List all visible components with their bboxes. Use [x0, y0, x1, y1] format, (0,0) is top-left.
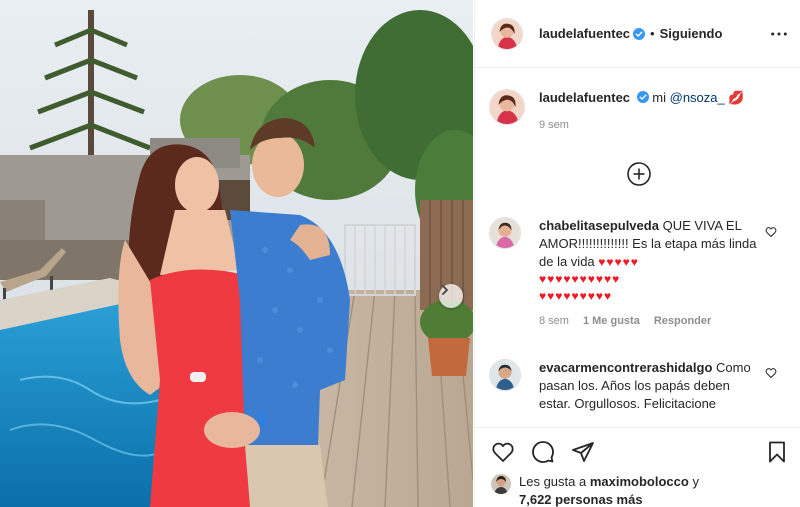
comment-button[interactable] — [531, 440, 555, 464]
author-avatar[interactable] — [491, 17, 523, 50]
heart-outline-icon — [492, 442, 514, 462]
caption-username[interactable]: laudelafuentec — [539, 90, 630, 105]
likes-conjunction: y — [692, 474, 699, 489]
comment-body: chabelitasepulveda QUE VIVA EL AMOR!!!!!… — [539, 217, 761, 327]
load-more-comments-button[interactable] — [626, 161, 652, 187]
avatar-image — [490, 360, 520, 390]
commenter-avatar[interactable] — [489, 217, 521, 249]
comment-hearts-line-3: ♥♥♥♥♥♥♥♥♥ — [539, 289, 613, 303]
likes-text: Les gusta a maximobolocco y 7,622 person… — [519, 473, 699, 507]
verified-badge-icon — [636, 91, 649, 103]
next-photo-button[interactable] — [439, 284, 463, 308]
post-header: laudelafuentec • Siguiendo — [475, 0, 800, 68]
save-button[interactable] — [765, 440, 789, 464]
commenter-avatar[interactable] — [489, 359, 521, 391]
comment-like-heart-icon[interactable] — [765, 226, 777, 238]
comment-likes-count[interactable]: 1 Me gusta — [583, 315, 640, 327]
comment-text: chabelitasepulveda QUE VIVA EL AMOR!!!!!… — [539, 217, 761, 305]
caption-body: laudelafuentec mi @nsoza_ 💋 9 sem — [539, 89, 745, 131]
caption-prefix: mi — [652, 90, 666, 105]
likes-summary: Les gusta a maximobolocco y 7,622 person… — [491, 473, 699, 507]
comment-timestamp[interactable]: 8 sem — [539, 315, 569, 327]
comment-meta: 8 sem 1 Me gusta Responder — [539, 315, 761, 327]
post-actions: Les gusta a maximobolocco y 7,622 person… — [475, 427, 800, 507]
like-button[interactable] — [491, 440, 515, 464]
avatar-image — [490, 218, 520, 248]
share-button[interactable] — [571, 440, 595, 464]
paper-plane-icon — [572, 442, 594, 462]
comment-bubble-icon — [532, 441, 554, 463]
more-horizontal-icon — [771, 32, 787, 36]
comment-item: chabelitasepulveda QUE VIVA EL AMOR!!!!!… — [489, 217, 761, 327]
avatar-image — [492, 18, 522, 49]
avatar-image — [491, 474, 511, 494]
comment-item: evacarmencontrerashidalgo Como pasan los… — [489, 359, 761, 413]
more-options-button[interactable] — [769, 24, 789, 44]
author-username[interactable]: laudelafuentec — [539, 26, 630, 41]
commenter-username[interactable]: chabelitasepulveda — [539, 218, 659, 233]
likes-others-link[interactable]: 7,622 personas más — [519, 492, 643, 507]
likes-user-link[interactable]: maximobolocco — [590, 474, 689, 489]
avatar-image — [490, 90, 524, 124]
plus-circle-icon — [627, 162, 651, 186]
verified-badge-icon — [633, 27, 646, 40]
comment-like-heart-icon[interactable] — [765, 367, 777, 379]
reply-button[interactable]: Responder — [654, 315, 711, 327]
commenter-username[interactable]: evacarmencontrerashidalgo — [539, 360, 712, 375]
caption-avatar[interactable] — [489, 89, 525, 125]
caption-timestamp[interactable]: 9 sem — [539, 119, 745, 131]
comment-hearts-line-1: ♥♥♥♥♥ — [598, 255, 639, 269]
caption-text: laudelafuentec mi @nsoza_ 💋 — [539, 89, 745, 107]
post-side-panel: laudelafuentec • Siguiendo laudelafuente… — [474, 0, 800, 507]
bookmark-icon — [769, 441, 785, 463]
header-separator: • — [650, 26, 655, 41]
comment-body: evacarmencontrerashidalgo Como pasan los… — [539, 359, 761, 413]
caption-mention-link[interactable]: @nsoza_ — [670, 90, 725, 105]
following-button[interactable]: Siguiendo — [660, 26, 723, 41]
liker-avatar[interactable] — [491, 474, 511, 494]
caption-emoji: 💋 — [728, 90, 745, 105]
post-caption: laudelafuentec mi @nsoza_ 💋 9 sem — [489, 89, 745, 131]
couple-photo-illustration — [0, 0, 473, 507]
post-photo[interactable] — [0, 0, 473, 507]
chevron-right-icon — [442, 285, 448, 295]
likes-prefix: Les gusta a — [519, 474, 587, 489]
comment-hearts-line-2: ♥♥♥♥♥♥♥♥♥♥ — [539, 272, 621, 286]
comment-text: evacarmencontrerashidalgo Como pasan los… — [539, 359, 761, 413]
comments-list[interactable]: laudelafuentec mi @nsoza_ 💋 9 sem chabel… — [475, 69, 800, 427]
